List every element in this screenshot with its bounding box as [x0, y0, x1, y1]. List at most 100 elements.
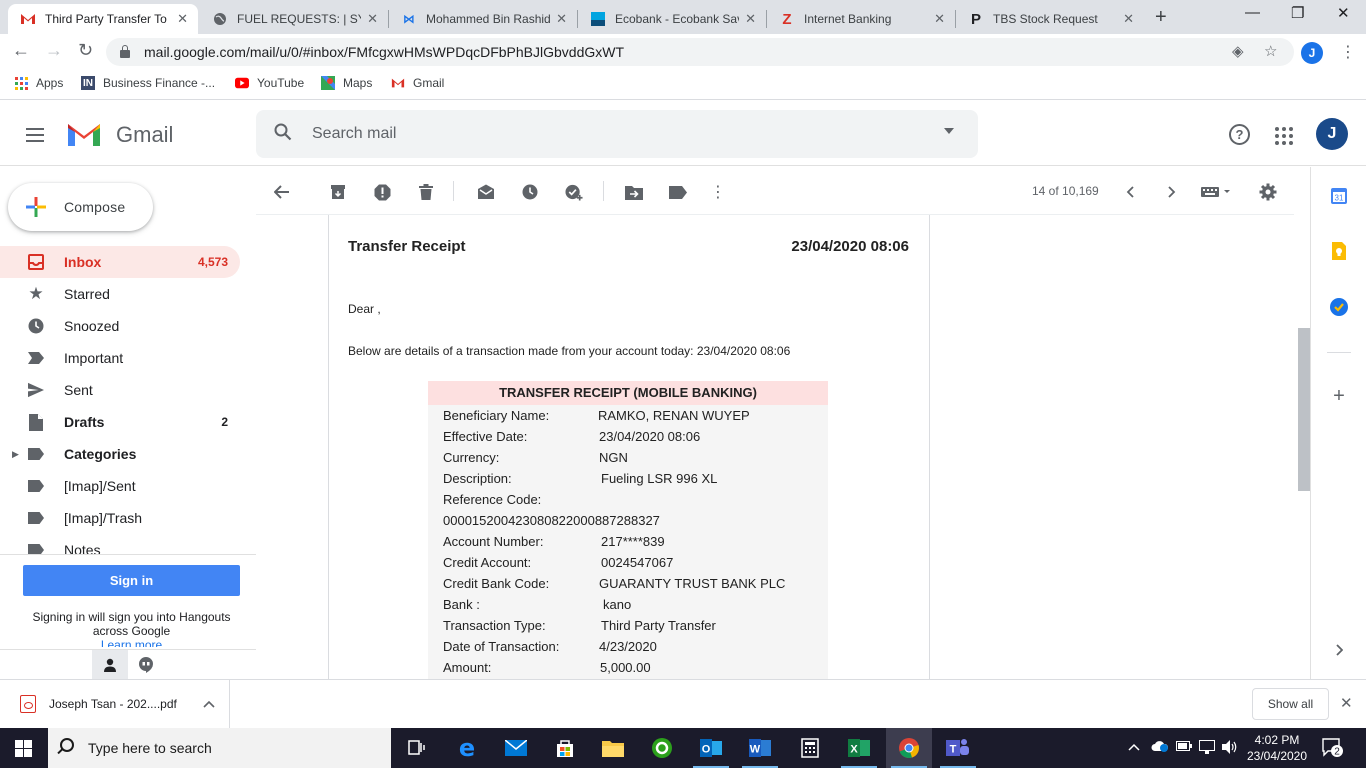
report-spam-icon[interactable]	[373, 183, 391, 201]
bookmark-gmail[interactable]: Gmail	[391, 76, 444, 90]
bookmark-apps[interactable]: Apps	[14, 76, 63, 90]
close-icon[interactable]: ✕	[177, 11, 188, 27]
gmail-header: Gmail ? J	[0, 102, 1366, 166]
scrollbar-thumb[interactable]	[1298, 328, 1310, 491]
tasks-icon[interactable]	[1330, 298, 1348, 316]
browser-menu-icon[interactable]: ⋮	[1340, 42, 1356, 62]
address-bar[interactable]: mail.google.com/mail/u/0/#inbox/FMfcgxwH…	[106, 38, 1294, 66]
action-center-notification-icon[interactable]: 2	[1322, 738, 1344, 758]
network-icon[interactable]	[1199, 740, 1215, 757]
close-icon[interactable]: ✕	[556, 11, 567, 27]
learn-more-link[interactable]: Learn more	[23, 638, 240, 647]
bookmark-maps[interactable]: Maps	[321, 76, 372, 90]
battery-icon[interactable]	[1176, 740, 1192, 754]
window-close-icon[interactable]: ✕	[1337, 4, 1350, 22]
calculator-icon[interactable]	[798, 736, 822, 760]
sidebar-item-sent[interactable]: Sent	[0, 374, 240, 406]
move-to-icon[interactable]	[625, 183, 643, 201]
restore-icon[interactable]: ❐	[1291, 4, 1304, 22]
newer-chevron-icon[interactable]	[1122, 183, 1140, 201]
forward-arrow-icon[interactable]: →	[45, 40, 63, 61]
bookmark-star-icon[interactable]: ☆	[1264, 42, 1277, 60]
tab-fuel-requests[interactable]: FUEL REQUESTS: | SYSTEM ✕	[200, 4, 388, 34]
account-avatar[interactable]: J	[1316, 118, 1348, 150]
teams-icon[interactable]: T	[940, 736, 976, 768]
labels-icon[interactable]	[669, 183, 687, 201]
system-clock[interactable]: 4:02 PM 23/04/2020	[1244, 732, 1310, 764]
task-view-icon[interactable]	[405, 736, 429, 760]
word-icon[interactable]: W	[742, 736, 778, 768]
calendar-icon[interactable]: 31	[1330, 187, 1348, 205]
compose-button[interactable]: Compose	[8, 183, 153, 231]
start-windows-icon[interactable]	[15, 740, 32, 757]
more-options-icon[interactable]: ⋮	[709, 183, 727, 201]
input-tools-keyboard-icon[interactable]	[1200, 183, 1232, 201]
bookmark-label: Business Finance -...	[103, 76, 216, 90]
snooze-icon[interactable]	[521, 183, 539, 201]
help-icon[interactable]: ?	[1229, 124, 1250, 145]
chrome-icon[interactable]	[891, 736, 927, 768]
close-icon[interactable]: ✕	[1123, 11, 1134, 27]
download-options-chevron-icon[interactable]	[203, 697, 215, 711]
close-icon[interactable]: ✕	[934, 11, 945, 27]
back-to-inbox-icon[interactable]	[273, 183, 291, 201]
show-side-panel-chevron-icon[interactable]	[1330, 641, 1348, 659]
tab-mohammed-bin-rashid[interactable]: ⋈ Mohammed Bin Rashid ✕	[389, 4, 577, 34]
minimize-icon[interactable]: —	[1245, 4, 1260, 21]
tab-internet-banking[interactable]: Z Internet Banking ✕	[767, 4, 955, 34]
hangouts-chat-icon[interactable]	[128, 650, 164, 680]
new-tab-button[interactable]: +	[1155, 6, 1167, 29]
volume-icon[interactable]	[1222, 740, 1238, 757]
close-shelf-icon[interactable]: ✕	[1340, 694, 1353, 712]
outlook-icon[interactable]: O	[693, 736, 729, 768]
sidebar-item-drafts[interactable]: Drafts 2	[0, 406, 240, 438]
contacts-person-icon[interactable]	[92, 650, 128, 680]
close-icon[interactable]: ✕	[367, 11, 378, 27]
search-options-chevron-icon[interactable]	[944, 128, 954, 134]
hangouts-signin-button[interactable]: Sign in	[23, 565, 240, 596]
search-input[interactable]	[312, 120, 912, 148]
older-chevron-icon[interactable]	[1162, 183, 1180, 201]
extension-icon[interactable]: ◈	[1232, 42, 1244, 60]
file-explorer-icon[interactable]	[601, 736, 625, 760]
sidebar-item-snoozed[interactable]: Snoozed	[0, 310, 240, 342]
sidebar-item-inbox[interactable]: Inbox 4,573	[0, 246, 240, 278]
tab-third-party-transfer[interactable]: Third Party Transfer To Ba ✕	[8, 4, 198, 34]
excel-icon[interactable]: X	[841, 736, 877, 768]
mark-unread-icon[interactable]	[477, 183, 495, 201]
sidebar-item-categories[interactable]: ▶ Categories	[0, 438, 240, 470]
profile-avatar[interactable]: J	[1301, 42, 1323, 64]
back-arrow-icon[interactable]: ←	[12, 40, 30, 61]
get-addons-plus-icon[interactable]: +	[1330, 385, 1348, 407]
mail-app-icon[interactable]	[504, 736, 528, 760]
bookmark-youtube[interactable]: YouTube	[235, 76, 304, 90]
main-menu-icon[interactable]	[26, 128, 44, 146]
show-all-downloads-button[interactable]: Show all	[1252, 688, 1329, 720]
sidebar-item-starred[interactable]: ★ Starred	[0, 278, 240, 310]
sidebar-item-important[interactable]: Important	[0, 342, 240, 374]
show-hidden-icons-chevron-icon[interactable]	[1128, 740, 1140, 754]
taskbar-search-box[interactable]: Type here to search	[48, 728, 391, 768]
tab-ecobank[interactable]: Ecobank - Ecobank Savings ✕	[578, 4, 766, 34]
sidebar-item-imap-trash[interactable]: [Imap]/Trash	[0, 502, 240, 534]
settings-gear-icon[interactable]	[1259, 183, 1277, 201]
expand-arrow-icon[interactable]: ▶	[12, 449, 19, 460]
store-icon[interactable]	[553, 736, 577, 760]
quickbooks-app-icon[interactable]	[650, 736, 674, 760]
bookmark-business-finance[interactable]: IN Business Finance -...	[81, 76, 215, 90]
search-icon[interactable]	[274, 123, 292, 146]
onedrive-cloud-icon[interactable]	[1151, 740, 1169, 755]
search-icon	[60, 738, 74, 752]
archive-icon[interactable]	[329, 183, 347, 201]
sidebar-item-imap-sent[interactable]: [Imap]/Sent	[0, 470, 240, 502]
close-icon[interactable]: ✕	[745, 11, 756, 27]
gmail-logo-icon[interactable]	[66, 120, 102, 148]
google-apps-icon[interactable]	[1275, 127, 1293, 145]
add-to-tasks-icon[interactable]	[565, 183, 583, 201]
keep-icon[interactable]	[1330, 242, 1348, 260]
tab-tbs-stock-request[interactable]: P TBS Stock Request ✕	[956, 4, 1144, 34]
delete-icon[interactable]	[417, 183, 435, 201]
download-item[interactable]: Joseph Tsan - 202....pdf	[0, 680, 230, 728]
reload-icon[interactable]: ↻	[78, 40, 93, 61]
edge-browser-icon[interactable]: e	[455, 736, 479, 760]
